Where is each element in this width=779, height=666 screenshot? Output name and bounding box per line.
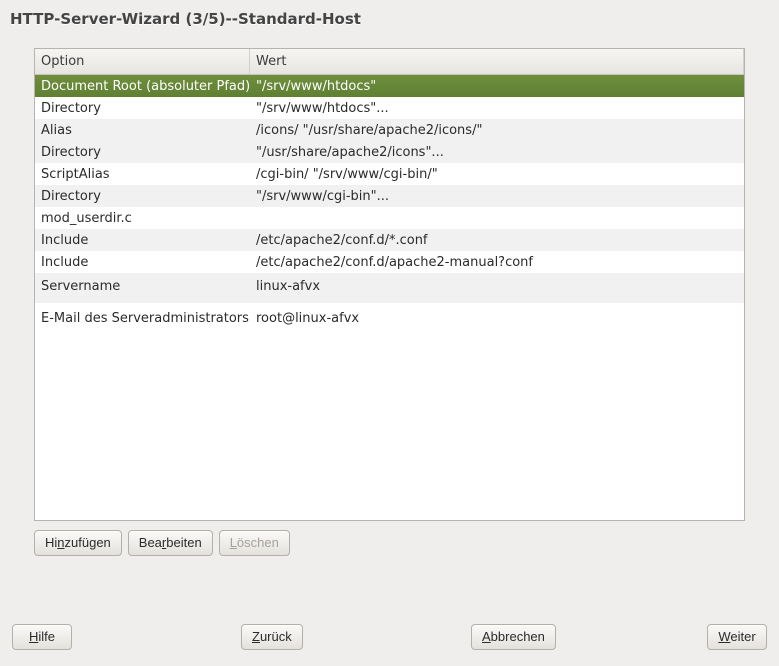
table-header-row: Option Wert <box>35 49 744 75</box>
table-row[interactable]: E-Mail des Serveradministratorsroot@linu… <box>35 303 744 337</box>
cell-wert: "/srv/www/htdocs"... <box>250 98 744 119</box>
table-row[interactable]: Include/etc/apache2/conf.d/*.conf <box>35 229 744 251</box>
page-title: HTTP-Server-Wizard (3/5)--Standard-Host <box>0 0 779 32</box>
cell-wert: /etc/apache2/conf.d/apache2-manual?conf <box>250 252 744 273</box>
next-button[interactable]: Weiter <box>707 624 767 650</box>
table-row[interactable]: Directory"/srv/www/cgi-bin"... <box>35 185 744 207</box>
help-button[interactable]: Hilfe <box>12 624 72 650</box>
table-row[interactable]: mod_userdir.c <box>35 207 744 229</box>
table-row[interactable]: Document Root (absoluter Pfad)"/srv/www/… <box>35 75 744 97</box>
cell-option: Document Root (absoluter Pfad) <box>35 76 250 97</box>
options-table[interactable]: Option Wert Document Root (absoluter Pfa… <box>34 48 745 521</box>
cell-option: ScriptAlias <box>35 164 250 185</box>
table-row[interactable]: ScriptAlias/cgi-bin/ "/srv/www/cgi-bin/" <box>35 163 744 185</box>
cell-wert: "/srv/www/htdocs" <box>250 76 744 97</box>
table-row[interactable]: Alias/icons/ "/usr/share/apache2/icons/" <box>35 119 744 141</box>
cell-option: Directory <box>35 98 250 119</box>
table-row[interactable]: Directory"/usr/share/apache2/icons"... <box>35 141 744 163</box>
edit-button[interactable]: Bearbeiten <box>128 530 213 556</box>
cell-option: Directory <box>35 186 250 207</box>
cell-option: E-Mail des Serveradministrators <box>35 303 250 337</box>
cell-wert: /etc/apache2/conf.d/*.conf <box>250 230 744 251</box>
cell-wert: /cgi-bin/ "/srv/www/cgi-bin/" <box>250 164 744 185</box>
delete-button: Löschen <box>219 530 290 556</box>
cell-wert: "/srv/www/cgi-bin"... <box>250 186 744 207</box>
table-header-option[interactable]: Option <box>35 49 250 74</box>
cell-option: Alias <box>35 120 250 141</box>
cell-wert <box>250 215 744 221</box>
table-body[interactable]: Document Root (absoluter Pfad)"/srv/www/… <box>35 75 744 520</box>
cell-option: mod_userdir.c <box>35 208 250 229</box>
add-button[interactable]: Hinzufügen <box>34 530 122 556</box>
table-row[interactable]: Include/etc/apache2/conf.d/apache2-manua… <box>35 251 744 273</box>
cell-wert: /icons/ "/usr/share/apache2/icons/" <box>250 120 744 141</box>
table-row[interactable]: Servernamelinux-afvx <box>35 273 744 303</box>
table-header-wert[interactable]: Wert <box>250 49 744 74</box>
cell-wert: "/usr/share/apache2/icons"... <box>250 142 744 163</box>
cell-option: Servername <box>35 273 250 303</box>
cell-option: Include <box>35 252 250 273</box>
cell-option: Directory <box>35 142 250 163</box>
back-button[interactable]: Zurück <box>241 624 303 650</box>
table-row[interactable]: Directory"/srv/www/htdocs"... <box>35 97 744 119</box>
cell-option: Include <box>35 230 250 251</box>
cell-wert: linux-afvx <box>250 273 744 303</box>
cancel-button[interactable]: Abbrechen <box>471 624 556 650</box>
cell-wert: root@linux-afvx <box>250 303 744 337</box>
